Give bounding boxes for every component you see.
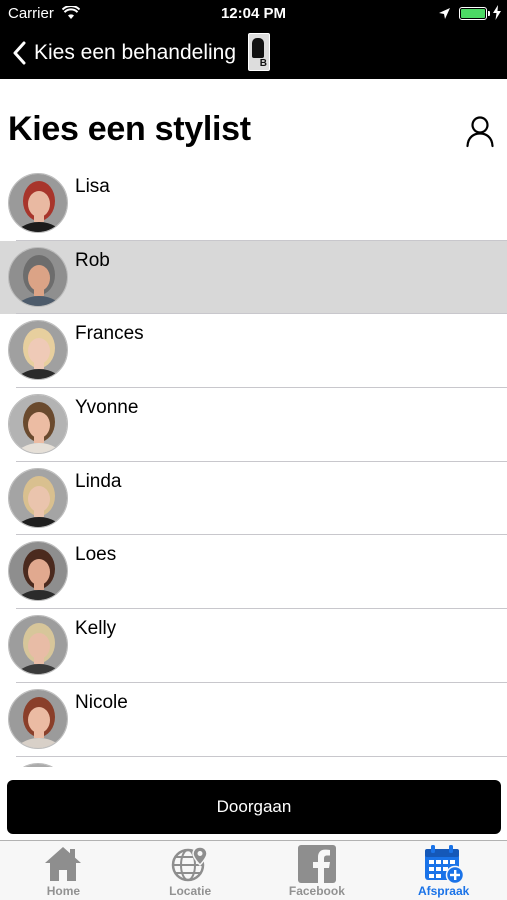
stylist-row[interactable]: Loes bbox=[0, 535, 507, 610]
stylist-row[interactable]: Kelly bbox=[0, 609, 507, 683]
stylist-name: Yvonne bbox=[75, 397, 139, 419]
tab-label: Home bbox=[46, 884, 81, 898]
tab-home[interactable]: Home bbox=[0, 841, 127, 900]
chevron-left-icon bbox=[12, 41, 26, 65]
stylist-avatar bbox=[8, 615, 68, 676]
stylist-avatar bbox=[8, 688, 68, 749]
stylist-avatar bbox=[8, 246, 68, 307]
tab-afspraak[interactable]: Afspraak bbox=[380, 841, 507, 900]
stylist-name: Nicole bbox=[75, 691, 128, 713]
stylist-row[interactable]: Yvonne bbox=[0, 388, 507, 462]
stylist-avatar bbox=[8, 320, 68, 381]
tab-label: Facebook bbox=[288, 884, 345, 898]
stylist-avatar bbox=[8, 394, 68, 455]
home-icon bbox=[41, 844, 85, 884]
globe-pin-icon bbox=[168, 844, 212, 884]
stylist-avatar bbox=[8, 541, 68, 602]
stylist-row[interactable] bbox=[0, 757, 507, 767]
tab-label: Afspraak bbox=[417, 884, 470, 898]
stylist-list[interactable]: Lisa Rob Frances Yvonne Linda Loes Kelly Nicole bbox=[0, 167, 507, 767]
stylist-row[interactable]: Linda bbox=[0, 462, 507, 536]
stylist-row[interactable]: Lisa bbox=[0, 167, 507, 241]
user-profile-icon[interactable] bbox=[466, 116, 494, 148]
back-button[interactable]: Kies een behandeling bbox=[12, 36, 236, 70]
stylist-row[interactable]: Nicole bbox=[0, 683, 507, 757]
tab-label: Locatie bbox=[169, 884, 212, 898]
stylist-avatar bbox=[8, 173, 68, 233]
stylist-name: Frances bbox=[75, 323, 144, 345]
tab-facebook[interactable]: Facebook bbox=[254, 841, 381, 900]
stylist-name: Lisa bbox=[75, 176, 110, 197]
stylist-avatar bbox=[8, 467, 68, 528]
back-label: Kies een behandeling bbox=[34, 41, 237, 64]
stylist-name: Kelly bbox=[75, 618, 117, 640]
stylist-name: Linda bbox=[75, 470, 122, 492]
salon-logo: B bbox=[248, 33, 270, 71]
facebook-icon bbox=[295, 844, 339, 884]
tab-bar: Home Locatie Facebook Afspraak bbox=[0, 840, 507, 900]
status-time: 12:04 PM bbox=[220, 5, 287, 22]
logo-letter: B bbox=[259, 58, 267, 69]
stylist-row[interactable]: Frances bbox=[0, 314, 507, 389]
status-bar: Carrier 12:04 PM bbox=[0, 0, 507, 28]
charging-bolt-icon bbox=[493, 5, 501, 23]
calendar-add-icon bbox=[422, 844, 466, 884]
stylist-name: Rob bbox=[75, 249, 110, 271]
location-arrow-icon bbox=[438, 7, 451, 24]
page-title: Kies een stylist bbox=[8, 110, 251, 148]
stylist-avatar bbox=[8, 762, 68, 767]
stylist-row[interactable]: Rob bbox=[0, 240, 507, 315]
stylist-name: Loes bbox=[75, 544, 117, 566]
battery-icon bbox=[459, 7, 487, 20]
continue-button[interactable]: Doorgaan bbox=[7, 780, 501, 834]
navigation-bar: Kies een behandeling B bbox=[0, 28, 507, 79]
tab-locatie[interactable]: Locatie bbox=[127, 841, 254, 900]
